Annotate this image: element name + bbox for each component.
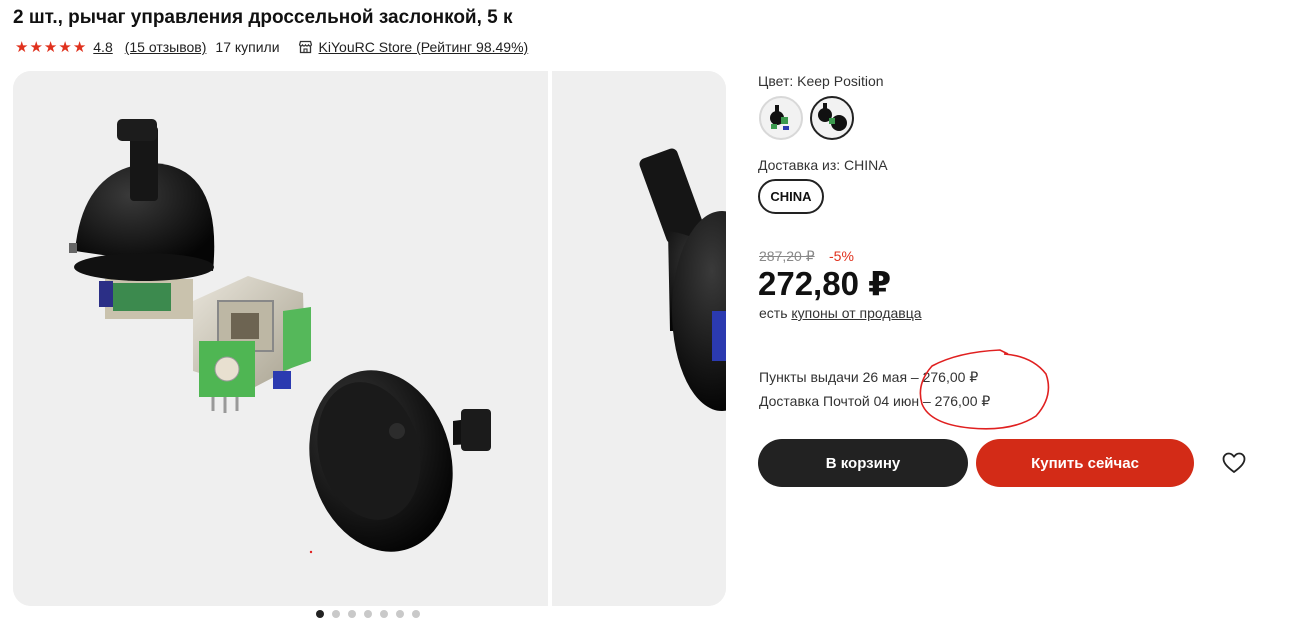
bought-count: 17 купили [215,39,280,55]
annotation-circle [919,349,1050,430]
color-label: Цвет: Keep Position [758,73,884,89]
gallery-dot[interactable] [364,610,372,618]
buy-now-button[interactable]: Купить сейчас [976,439,1194,487]
coupons-prefix: есть [759,305,788,321]
ship-from-label: Доставка из: CHINA [758,157,888,173]
product-gallery[interactable] [13,71,726,606]
store-icon [298,40,313,54]
ship-from-chip[interactable]: CHINA [758,179,824,214]
star-icon: ★ [29,38,43,56]
product-image-main[interactable] [13,71,548,606]
color-swatch-2-selected[interactable] [810,96,854,140]
gallery-dot[interactable] [348,610,356,618]
gallery-dot-active[interactable] [316,610,324,618]
coupons-link[interactable]: купоны от продавца [791,305,921,321]
product-meta: ★ ★ ★ ★ ★ 4.8 (15 отзывов) 17 купили KiY… [15,38,528,56]
rating-stars: ★ ★ ★ ★ ★ [15,40,86,55]
star-icon: ★ [72,38,87,56]
rating-value[interactable]: 4.8 [93,39,112,55]
product-image-next[interactable] [552,71,726,606]
current-price: 272,80 ₽ [758,265,892,302]
reviews-link[interactable]: (15 отзывов) [125,39,207,55]
gallery-dot[interactable] [412,610,420,618]
star-icon: ★ [15,38,29,56]
gallery-dot[interactable] [396,610,404,618]
add-to-cart-button[interactable]: В корзину [758,439,968,487]
coupons-info: есть купоны от продавца [759,305,922,321]
gallery-pagination [316,610,420,618]
discount-badge: -5% [829,248,854,264]
gallery-dot[interactable] [332,610,340,618]
old-price: 287,20 ₽ [759,248,815,264]
color-swatch-1[interactable] [759,96,803,140]
heart-icon[interactable] [1220,450,1248,476]
gallery-dot[interactable] [380,610,388,618]
product-title: 2 шт., рычаг управления дроссельной засл… [13,7,513,28]
star-icon: ★ [58,38,72,56]
store-link[interactable]: KiYouRC Store (Рейтинг 98.49%) [319,39,529,55]
star-icon: ★ [43,38,58,56]
